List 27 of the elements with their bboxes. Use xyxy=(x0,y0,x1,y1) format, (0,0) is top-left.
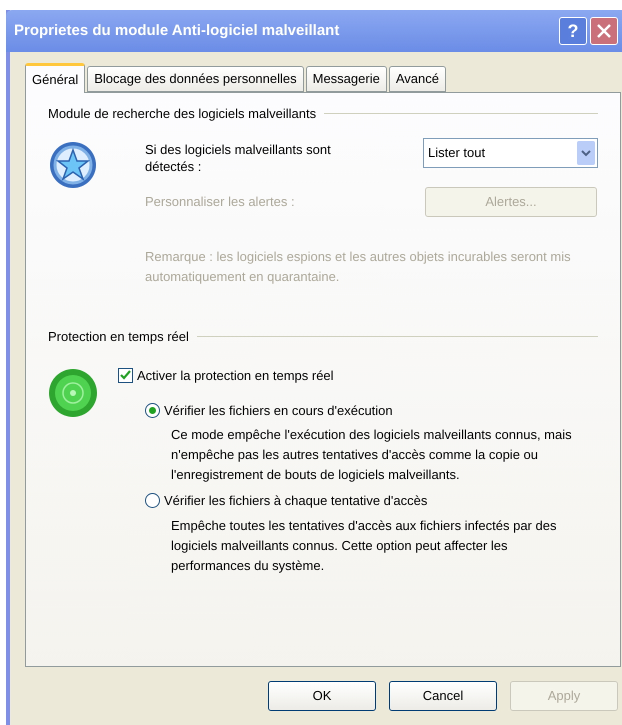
field-label: Personnaliser les alertes : xyxy=(145,192,295,211)
radar-icon xyxy=(48,368,98,418)
close-icon xyxy=(596,23,612,39)
option-description: Empêche toutes les tentatives d'accès aux fichiers infectés par des logiciels malveillants connus. Cette option peut affecter les performances du système. xyxy=(171,516,558,575)
group-heading: Module de recherche des logiciels malveillants xyxy=(48,105,316,123)
note-text: Remarque : les logiciels espions et les autres objets incurables seront mis automatiquement en quarantaine. xyxy=(145,248,572,286)
radio-label: Vérifier les fichiers en cours d'exécution xyxy=(164,402,393,420)
help-button[interactable]: ? xyxy=(559,17,587,45)
dialog-button[interactable]: Cancel xyxy=(389,681,497,711)
dialog-button[interactable]: OK xyxy=(268,681,376,711)
action-dropdown[interactable]: Lister tout xyxy=(423,138,598,168)
radio-button[interactable] xyxy=(145,402,160,418)
field-label: Si des logiciels malveillants sont détectés : xyxy=(145,140,332,174)
star-shield-icon xyxy=(48,140,98,190)
window-title: Proprietes du module Anti-logiciel malveillant xyxy=(14,20,340,41)
group-heading: Protection en temps réel xyxy=(48,328,189,346)
tab[interactable]: Blocage des données personnelles xyxy=(87,66,304,92)
radio-button[interactable] xyxy=(145,493,160,508)
checkbox[interactable] xyxy=(118,368,133,384)
tab[interactable]: Général xyxy=(25,63,86,93)
check-icon xyxy=(120,370,131,382)
close-button[interactable] xyxy=(590,17,618,45)
option-description: Ce mode empêche l'exécution des logiciels malveillants connus, mais n'empêche pas les autres tentatives d'accès comme la copie ou l'enregistrement de bouts de logiciels malveillants. xyxy=(171,426,573,484)
tab[interactable]: Messagerie xyxy=(306,66,387,92)
radio-label: Vérifier les fichiers à chaque tentative d'accès xyxy=(164,492,428,510)
tab[interactable]: Avancé xyxy=(388,66,446,92)
checkbox-label: Activer la protection en temps réel xyxy=(137,367,334,385)
